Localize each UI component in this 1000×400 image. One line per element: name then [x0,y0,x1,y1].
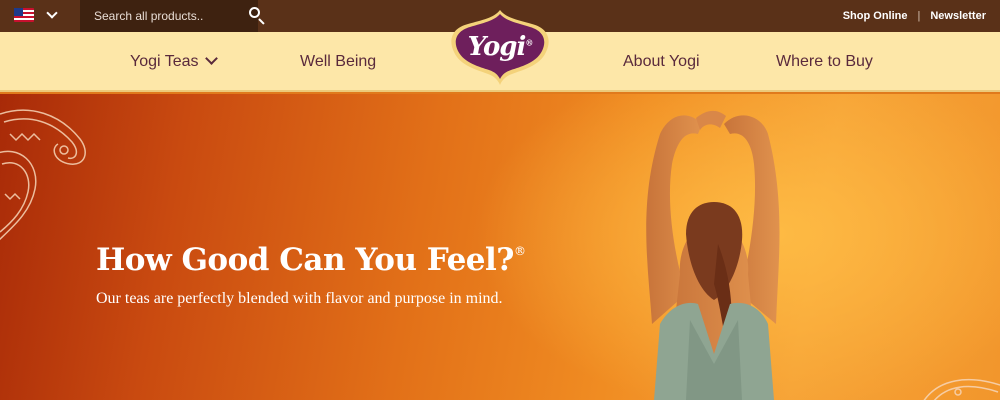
country-selector[interactable] [14,7,58,22]
chevron-down-icon [46,7,58,19]
nav-item-well-being[interactable]: Well Being [300,53,376,71]
hero-title: How Good Can You Feel?® [96,242,526,278]
logo-text: Yogi® [467,32,534,62]
hero-subtitle: Our teas are perfectly blended with flav… [96,290,503,307]
newsletter-link[interactable]: Newsletter [930,10,986,22]
nav-item-label: Well Being [300,53,377,70]
us-flag-icon [14,8,34,22]
paisley-ornament-right [923,379,1000,400]
hero-banner: How Good Can You Feel?® Our teas are per… [0,94,1000,400]
nav-item-label: Yogi Teas [130,53,199,70]
nav-item-yogi-teas[interactable]: Yogi Teas [130,52,218,71]
nav-item-label: Where to Buy [776,53,873,70]
search-box [80,0,265,32]
nav-item-label: About Yogi [623,53,700,70]
nav-item-about-yogi[interactable]: About Yogi [623,53,700,71]
registered-mark: ® [513,244,526,258]
shop-online-link[interactable]: Shop Online [843,10,908,22]
top-links: Shop Online | Newsletter [843,0,986,32]
yogi-logo[interactable]: Yogi® [446,8,554,86]
woman-stretching-illustration [646,110,780,400]
nav-item-where-to-buy[interactable]: Where to Buy [776,53,873,71]
search-input[interactable] [94,9,249,23]
paisley-ornament-left [0,109,86,241]
chevron-down-icon [204,52,218,65]
link-separator: | [917,10,921,22]
